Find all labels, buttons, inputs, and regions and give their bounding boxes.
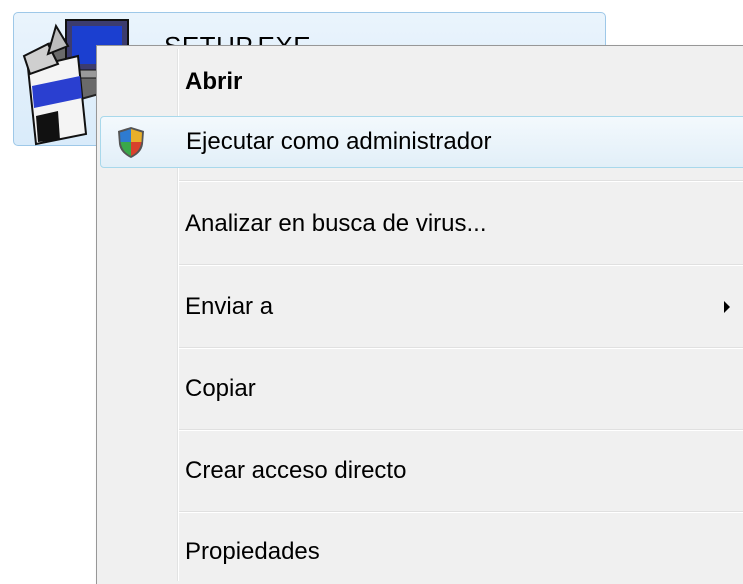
- menu-item-propiedades[interactable]: Propiedades: [100, 526, 743, 578]
- menu-item-label: Propiedades: [185, 538, 320, 565]
- menu-item-label: Ejecutar como administrador: [186, 128, 492, 155]
- menu-separator: [179, 511, 743, 513]
- menu-item-enviar-a[interactable]: Enviar a: [100, 281, 743, 333]
- menu-item-crear-acceso-directo[interactable]: Crear acceso directo: [100, 445, 743, 497]
- menu-item-analizar-virus[interactable]: Analizar en busca de virus...: [100, 198, 743, 250]
- menu-separator: [179, 429, 743, 431]
- menu-item-ejecutar-como-administrador[interactable]: Ejecutar como administrador: [100, 116, 743, 168]
- menu-separator: [179, 180, 743, 182]
- menu-item-abrir[interactable]: Abrir: [100, 56, 743, 108]
- menu-item-label: Enviar a: [185, 293, 274, 320]
- menu-item-label: Crear acceso directo: [185, 457, 407, 484]
- desktop-area: SETUP.EXE Abrir: [0, 0, 743, 584]
- uac-shield-icon: [118, 127, 144, 158]
- menu-item-label: Copiar: [185, 375, 256, 402]
- menu-item-label: Analizar en busca de virus...: [185, 210, 487, 237]
- context-menu: Abrir Ejecutar como administrador Analiz…: [96, 45, 743, 584]
- menu-separator: [179, 264, 743, 266]
- submenu-arrow-icon: [724, 301, 730, 313]
- menu-item-label: Abrir: [185, 68, 243, 95]
- menu-item-copiar[interactable]: Copiar: [100, 363, 743, 415]
- menu-separator: [179, 347, 743, 349]
